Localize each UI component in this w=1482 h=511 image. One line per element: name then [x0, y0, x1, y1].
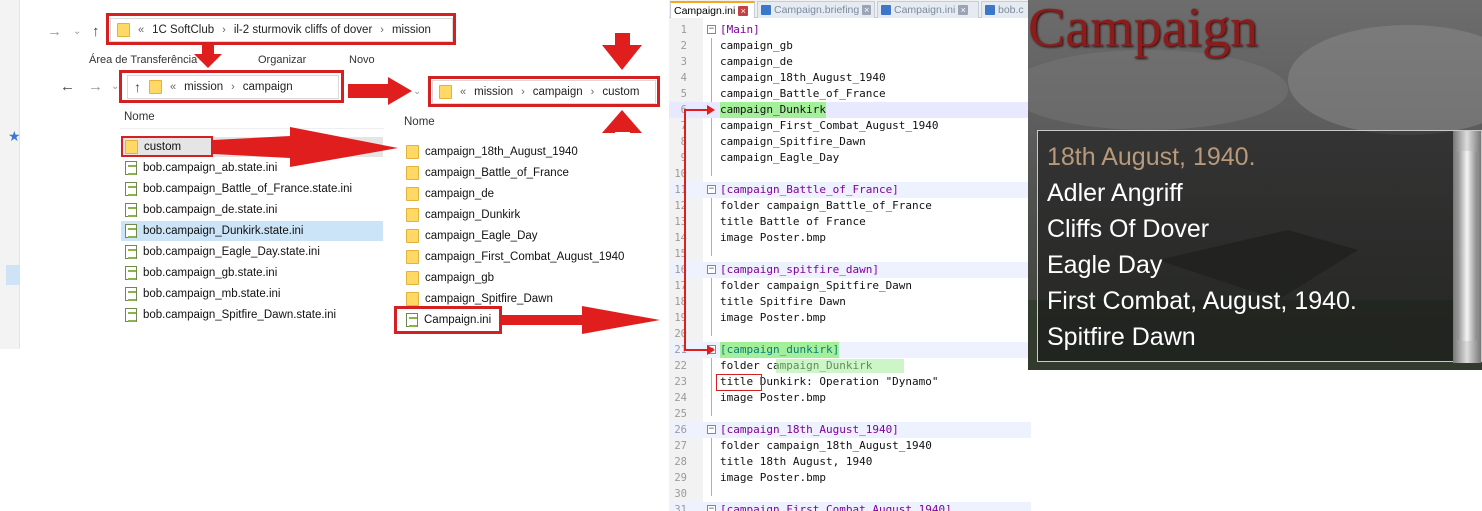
code-text: campaign_18th_August_1940 — [720, 71, 886, 84]
save-icon — [761, 5, 771, 15]
campaign-option[interactable]: Cliffs Of Dover — [1047, 215, 1209, 244]
tab-label: bob.c — [998, 4, 1024, 16]
code-text: campaign_gb — [720, 39, 793, 52]
campaign-option[interactable]: Adler Angriff — [1047, 179, 1183, 208]
code-text: campaign_First_Combat_August_1940 — [720, 119, 939, 132]
arrow-down-icon — [194, 45, 222, 68]
code-text: [campaign_dunkirk] — [720, 342, 840, 358]
code-text: campaign_Spitfire_Dawn — [720, 135, 866, 148]
arrow-right-icon — [213, 127, 398, 167]
campaign-option[interactable]: First Combat, August, 1940. — [1047, 287, 1357, 316]
arrow-right-icon — [707, 105, 715, 115]
tab-bob[interactable]: bob.c — [981, 1, 1031, 18]
code-text: [campaign_spitfire_dawn] — [720, 263, 879, 276]
code-text: image Poster.bmp — [720, 471, 826, 484]
arrow-right-icon — [348, 77, 412, 105]
search-match-highlight — [776, 359, 904, 373]
arrow-down-icon — [602, 33, 642, 70]
campaign-option[interactable]: Eagle Day — [1047, 251, 1162, 280]
code-text: [campaign_First_Combat_August_1940] — [720, 503, 952, 511]
code-text: campaign_Battle_of_France — [720, 87, 886, 100]
campaign-list: 18th August, 1940. Adler Angriff Cliffs … — [1037, 130, 1482, 363]
annotation-arrows — [194, 33, 660, 334]
tab-campaign-briefing[interactable]: Campaign.briefing × — [757, 1, 875, 18]
code-text: image Poster.bmp — [720, 231, 826, 244]
code-text: title 18th August, 1940 — [720, 455, 873, 468]
code-text: image Poster.bmp — [720, 311, 826, 324]
save-icon — [881, 5, 891, 15]
arrow-up-icon — [602, 110, 642, 133]
text-editor: Campaign.ini × Campaign.briefing × Campa… — [669, 0, 1031, 511]
annotation-bracket — [684, 105, 715, 355]
close-icon[interactable]: × — [958, 5, 969, 15]
close-icon[interactable]: × — [862, 5, 871, 15]
code-text: title Battle of France — [720, 215, 866, 228]
tab-label: Campaign.briefing — [774, 4, 860, 16]
code-text: campaign_de — [720, 55, 793, 68]
scrollbar[interactable] — [1453, 131, 1481, 363]
code-text: image Poster.bmp — [720, 391, 826, 404]
code-text: title Spitfire Dawn — [720, 295, 846, 308]
arrow-right-icon — [502, 306, 660, 334]
screen-title: Campaign — [1028, 0, 1259, 59]
arrow-right-icon — [707, 345, 715, 355]
code-text: folder campaign_18th_August_1940 — [720, 439, 932, 452]
code-text: campaign_Eagle_Day — [720, 151, 840, 164]
code-text: [campaign_18th_August_1940] — [720, 423, 899, 436]
tab-label: Campaign.ini — [894, 4, 956, 16]
scroll-thumb[interactable] — [1457, 151, 1477, 341]
campaign-option[interactable]: 18th August, 1940. — [1047, 143, 1256, 172]
campaign-option[interactable]: Spitfire Dawn — [1047, 323, 1196, 352]
code-text: folder campaign_Battle_of_France — [720, 199, 932, 212]
close-icon[interactable]: × — [738, 5, 749, 16]
game-campaign-screen: Campaign 18th August, 1940. Adler Angrif… — [1028, 0, 1482, 370]
code-text-highlighted: campaign_Dunkirk — [720, 102, 826, 118]
code-text: folder campaign_Spitfire_Dawn — [720, 279, 913, 292]
tab-campaign-ini-2[interactable]: Campaign.ini × — [877, 1, 979, 18]
code-text: [campaign_Battle_of_France] — [720, 183, 899, 196]
save-icon — [985, 5, 995, 15]
